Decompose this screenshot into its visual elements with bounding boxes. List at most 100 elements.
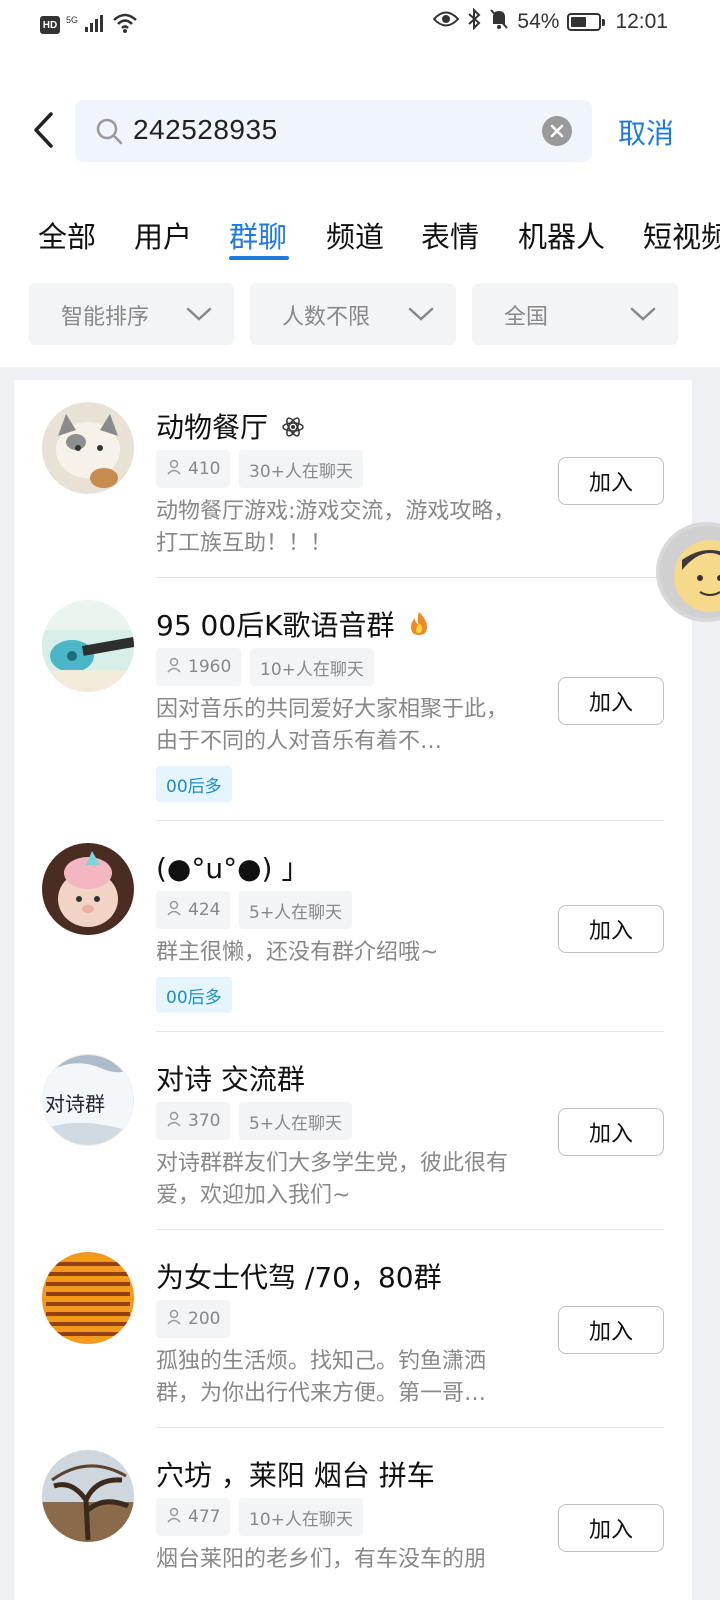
- status-left: HD 5G: [40, 12, 138, 38]
- eye-icon: [433, 10, 460, 34]
- join-button[interactable]: 加入: [558, 1306, 664, 1354]
- tab-bots[interactable]: 机器人: [518, 214, 605, 256]
- member-count-chip: 424: [156, 891, 231, 929]
- chatting-chip: 10+人在聊天: [239, 1498, 363, 1536]
- join-button[interactable]: 加入: [558, 905, 664, 953]
- member-count-chip: 200: [156, 1300, 231, 1338]
- chevron-left-icon: [34, 112, 53, 148]
- group-result-list: 动物餐厅 410 30+人在聊天 动物餐厅游戏:游戏交流，游戏攻略，打工族互助！…: [14, 380, 692, 1600]
- status-bar: HD 5G 54% 12:01: [0, 0, 720, 50]
- member-count-chip: 410: [156, 450, 231, 488]
- member-count-chip: 1960: [156, 648, 242, 686]
- join-button[interactable]: 加入: [558, 1108, 664, 1156]
- group-avatar: 对诗群: [42, 1054, 134, 1146]
- wifi-icon: [112, 12, 138, 38]
- group-avatar: [42, 402, 134, 494]
- list-item[interactable]: 动物餐厅 410 30+人在聊天 动物餐厅游戏:游戏交流，游戏攻略，打工族互助！…: [14, 380, 692, 578]
- filter-member-count[interactable]: 人数不限: [250, 283, 456, 345]
- person-icon: [166, 657, 182, 678]
- group-tag: 00后多: [156, 766, 232, 802]
- chatting-chip: 5+人在聊天: [239, 1102, 353, 1140]
- group-name: 动物餐厅: [156, 406, 305, 446]
- group-name: 穴坊 ，莱阳 烟台 拼车: [156, 1459, 435, 1492]
- group-description: 动物餐厅游戏:游戏交流，游戏攻略，打工族互助！！！: [156, 499, 516, 556]
- tab-short-videos[interactable]: 短视频: [643, 214, 720, 256]
- group-avatar: [42, 1450, 134, 1542]
- chevron-down-icon: [186, 303, 212, 328]
- group-description: 孤独的生活烦。找知己。钓鱼潇洒群，为你出行代来方便。第一哥…: [156, 1349, 487, 1406]
- chatting-chip: 10+人在聊天: [250, 648, 374, 686]
- group-name-text: 95 00后K歌语音群: [156, 609, 395, 642]
- group-name-text: 动物餐厅: [156, 411, 269, 444]
- chatting-chip: 5+人在聊天: [239, 891, 353, 929]
- signal-icon: [84, 13, 106, 37]
- group-avatar: [42, 1252, 134, 1344]
- network-type: 5G: [66, 14, 79, 25]
- chatting-chip: 30+人在聊天: [239, 450, 363, 488]
- list-item[interactable]: (●°u°●) 」 424 5+人在聊天 群主很懒，还没有群介绍哦~ 00后多 …: [14, 821, 692, 1032]
- member-count: 370: [188, 1111, 221, 1131]
- close-icon: [550, 124, 564, 138]
- bluetooth-icon: [467, 7, 481, 36]
- person-icon: [166, 459, 182, 480]
- status-right: 54% 12:01: [433, 7, 668, 36]
- atom-icon: [281, 413, 305, 446]
- join-button[interactable]: 加入: [558, 677, 664, 725]
- tab-channels[interactable]: 频道: [326, 214, 384, 256]
- group-name: 对诗 交流群: [156, 1063, 305, 1096]
- search-icon: [95, 117, 123, 149]
- group-name: 95 00后K歌语音群: [156, 604, 431, 644]
- category-tabs: 全部 用户 群聊 频道 表情 机器人 短视频: [0, 210, 720, 270]
- mute-bell-icon: [489, 8, 509, 36]
- search-input[interactable]: 242528935: [133, 114, 278, 146]
- person-icon: [166, 1309, 182, 1330]
- chevron-down-icon: [408, 303, 434, 328]
- group-name: (●°u°●) 」: [156, 852, 310, 885]
- filter-sort[interactable]: 智能排序: [29, 283, 234, 345]
- join-button[interactable]: 加入: [558, 1504, 664, 1552]
- tab-stickers[interactable]: 表情: [421, 214, 479, 256]
- chevron-down-icon: [630, 303, 656, 328]
- join-button[interactable]: 加入: [558, 457, 664, 505]
- clear-search-button[interactable]: [542, 116, 572, 146]
- group-tag: 00后多: [156, 977, 232, 1013]
- fire-icon: [407, 611, 431, 644]
- group-description: 对诗群群友们大多学生党，彼此很有爱，欢迎加入我们~: [156, 1151, 509, 1208]
- group-avatar: [42, 600, 134, 692]
- filter-region[interactable]: 全国: [472, 283, 678, 345]
- list-item[interactable]: 对诗群 对诗 交流群 370 5+人在聊天 对诗群群友们大多学生党，彼此很有爱，…: [14, 1032, 692, 1230]
- tab-groups[interactable]: 群聊: [229, 214, 287, 256]
- cancel-button[interactable]: 取消: [618, 112, 674, 152]
- member-count: 424: [188, 900, 221, 920]
- hd-icon: HD: [40, 16, 60, 34]
- search-box[interactable]: 242528935: [75, 100, 592, 162]
- list-item[interactable]: 穴坊 ，莱阳 烟台 拼车 477 10+人在聊天 烟台莱阳的老乡们，有车没车的朋…: [14, 1428, 692, 1600]
- group-avatar: [42, 843, 134, 935]
- avatar-text: 对诗群: [45, 1092, 105, 1116]
- member-count-chip: 370: [156, 1102, 231, 1140]
- battery-percent: 54%: [517, 10, 560, 33]
- list-item[interactable]: 为女士代驾 /70，80群 200 孤独的生活烦。找知己。钓鱼潇洒群，为你出行代…: [14, 1230, 692, 1428]
- member-count: 477: [188, 1507, 221, 1527]
- filter-region-label: 全国: [504, 305, 549, 330]
- group-name: 为女士代驾 /70，80群: [156, 1261, 442, 1294]
- member-count-chip: 477: [156, 1498, 231, 1536]
- back-button[interactable]: [28, 110, 58, 150]
- tab-users[interactable]: 用户: [134, 214, 192, 256]
- tab-all[interactable]: 全部: [38, 214, 96, 256]
- person-icon: [166, 1111, 182, 1132]
- member-count: 410: [188, 459, 221, 479]
- active-tab-indicator: [229, 256, 289, 260]
- group-description: 烟台莱阳的老乡们，有车没车的朋: [156, 1547, 487, 1572]
- person-icon: [166, 900, 182, 921]
- member-count: 200: [188, 1309, 221, 1329]
- battery-icon: [567, 13, 606, 31]
- filter-sort-label: 智能排序: [61, 305, 150, 330]
- group-description: 因对音乐的共同爱好大家相聚于此，由于不同的人对音乐有着不…: [156, 697, 509, 754]
- clock: 12:01: [615, 10, 668, 33]
- list-item[interactable]: 95 00后K歌语音群 1960 10+人在聊天 因对音乐的共同爱好大家相聚于此…: [14, 578, 692, 821]
- person-icon: [166, 1507, 182, 1528]
- group-description: 群主很懒，还没有群介绍哦~: [156, 940, 439, 965]
- member-count: 1960: [188, 657, 232, 677]
- filter-member-count-label: 人数不限: [282, 305, 371, 330]
